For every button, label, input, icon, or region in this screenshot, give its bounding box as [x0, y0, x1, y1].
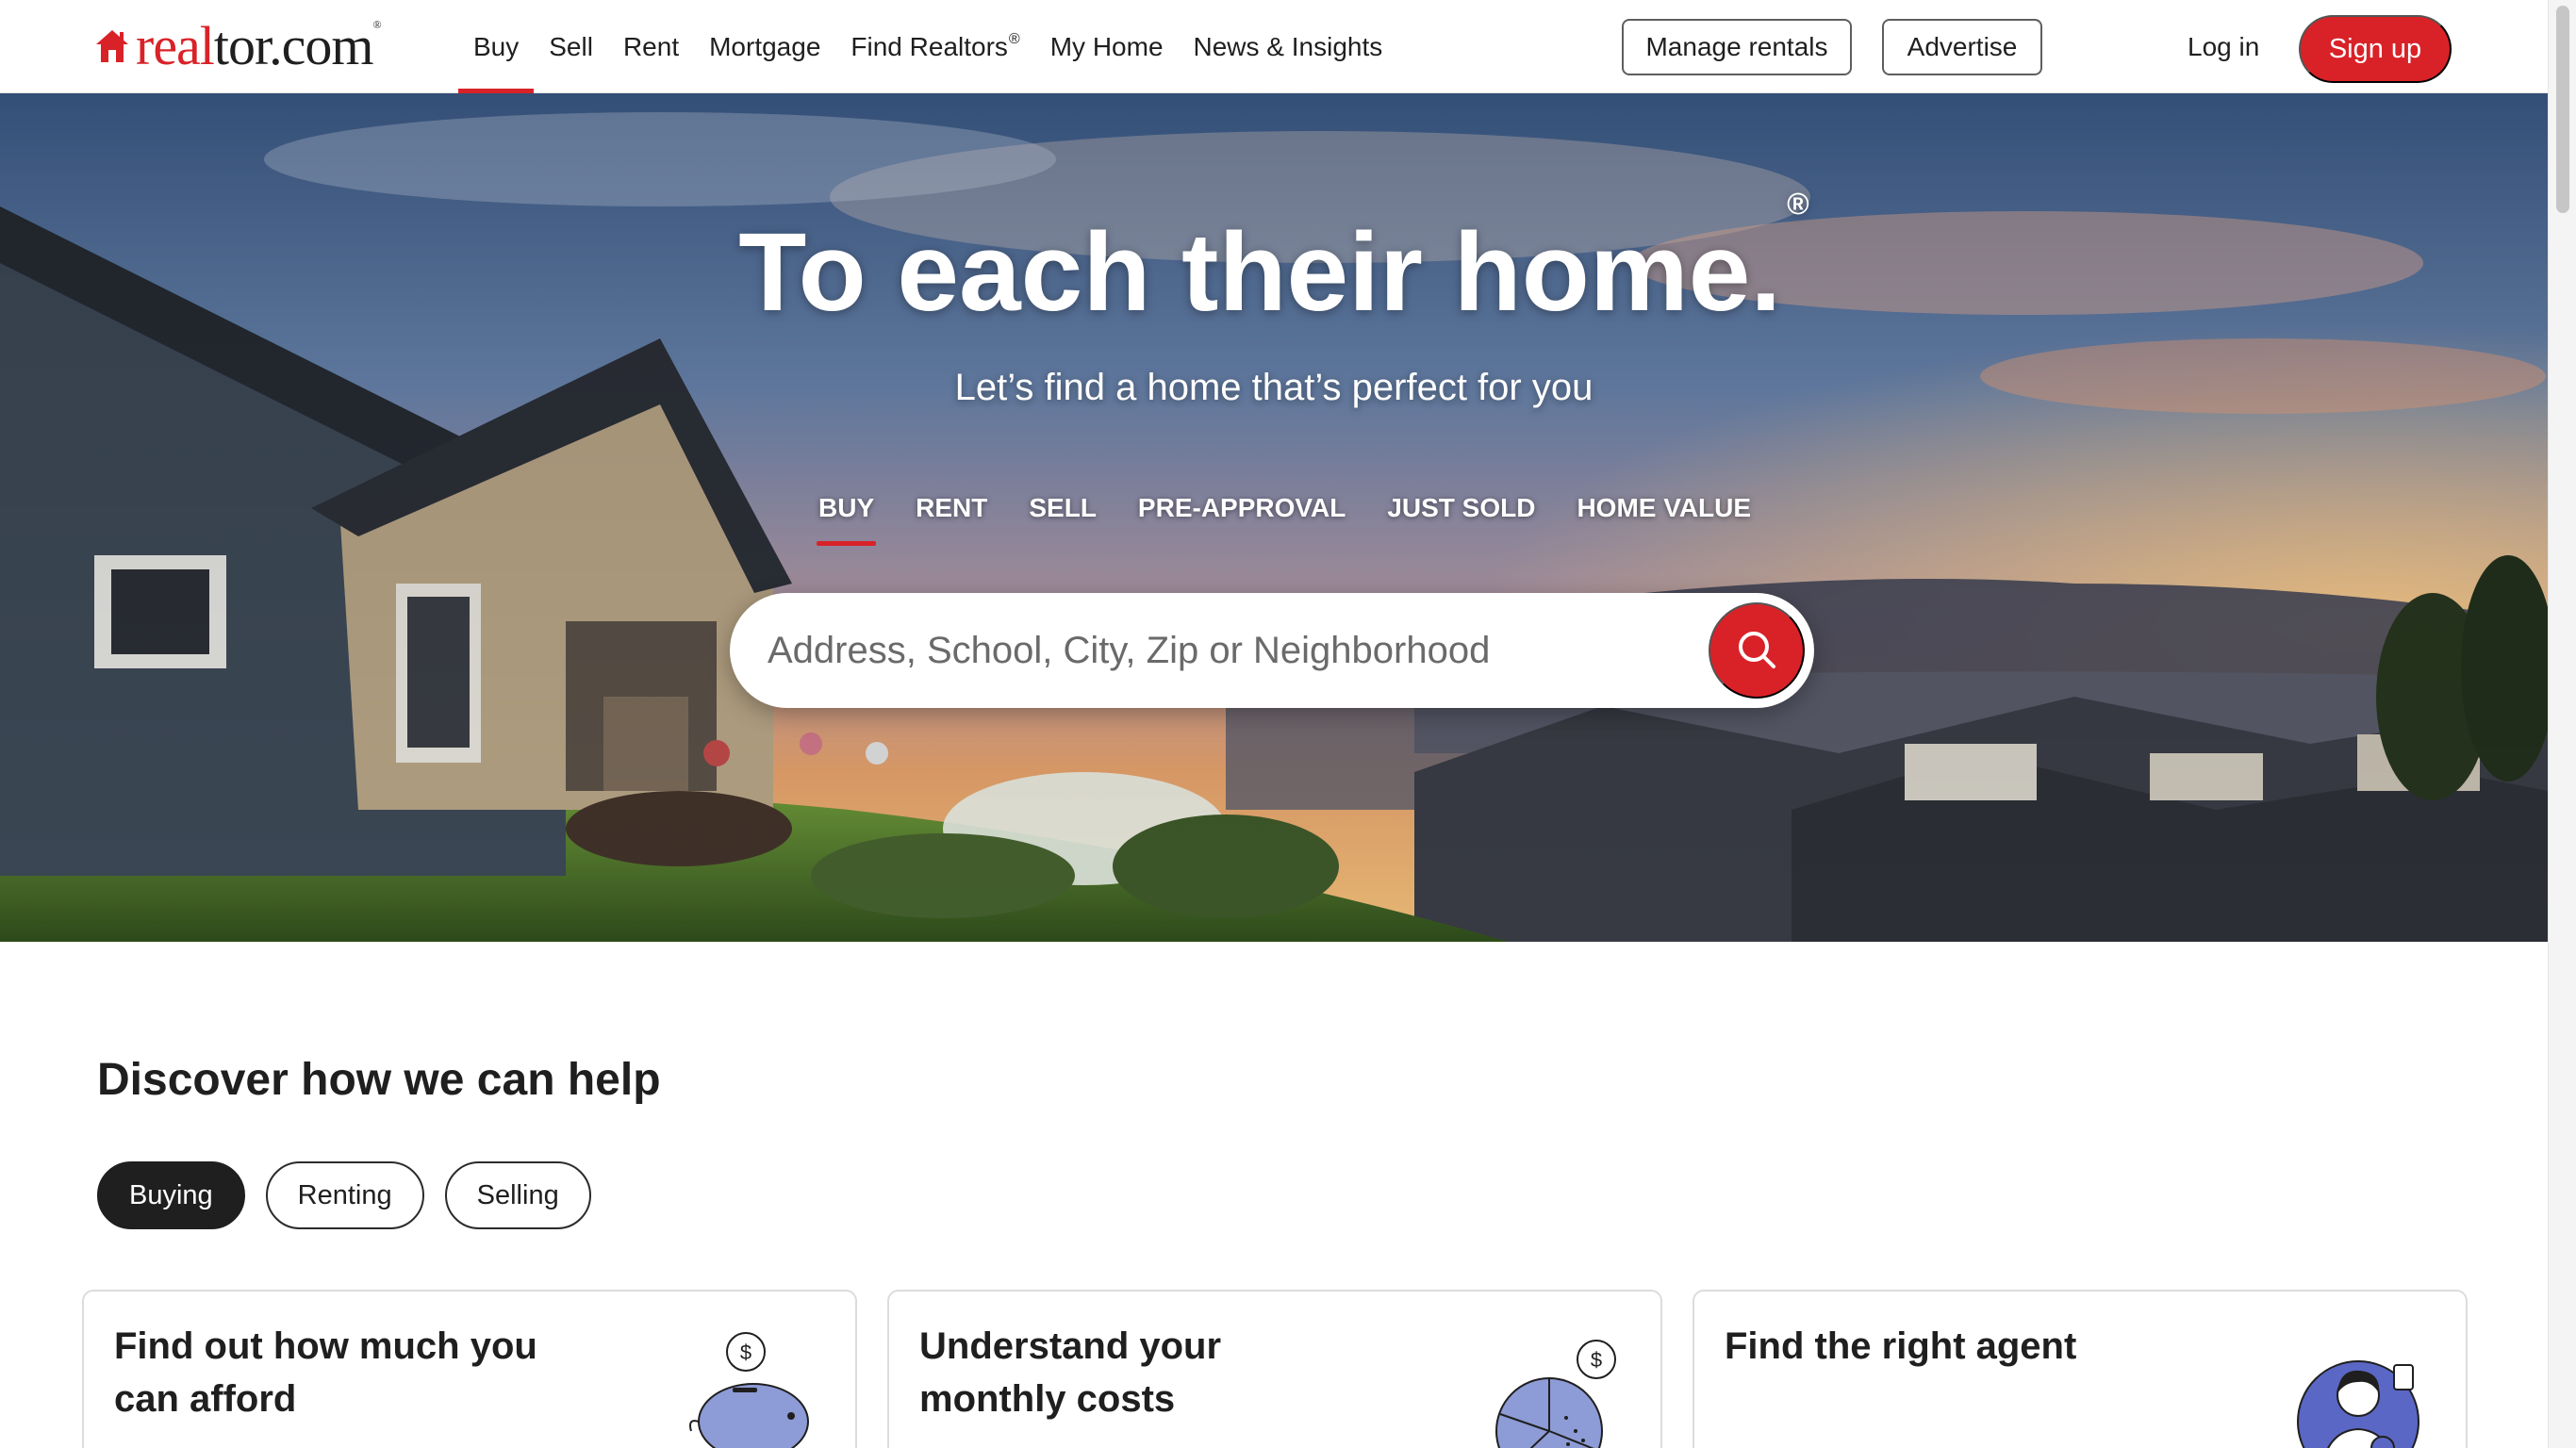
pie-chart-coin-icon: $	[1491, 1327, 1623, 1448]
logo-text-dark: tor.com	[213, 15, 374, 76]
tab-rent[interactable]: RENT	[895, 480, 1008, 536]
card-title: Find out how much you can afford	[114, 1325, 537, 1420]
house-logo-icon	[94, 27, 130, 65]
page-scrollbar[interactable]	[2548, 0, 2576, 1448]
card-monthly-costs[interactable]: Understand your monthly costs $	[887, 1290, 1662, 1448]
hero-subtitle: Let’s find a home that’s perfect for you	[954, 367, 1593, 408]
manage-rentals-button[interactable]: Manage rentals	[1622, 19, 1852, 75]
registered-mark: ®	[1008, 30, 1020, 47]
hero-title-text: To each their home.	[738, 210, 1782, 335]
search-icon	[1735, 628, 1778, 674]
nav-label: News & Insights	[1193, 31, 1383, 61]
main-nav: Buy Sell Rent Mortgage Find Realtors ® My…	[458, 0, 1398, 94]
piggy-bank-icon: $	[685, 1327, 817, 1448]
search-button[interactable]	[1709, 602, 1805, 699]
tab-buy[interactable]: BUY	[798, 480, 895, 546]
search-type-tabs: BUY RENT SELL PRE-APPROVAL JUST SOLD HOM…	[798, 480, 1772, 546]
logo-text-red: real	[136, 15, 215, 76]
login-link[interactable]: Log in	[2188, 19, 2259, 75]
card-title: Understand your monthly costs	[919, 1325, 1222, 1420]
card-afford[interactable]: Find out how much you can afford $	[82, 1290, 857, 1448]
pill-selling[interactable]: Selling	[444, 1161, 591, 1229]
nav-label: Rent	[622, 31, 680, 61]
nav-label: My Home	[1049, 31, 1164, 61]
nav-mortgage[interactable]: Mortgage	[694, 0, 835, 93]
pill-buying[interactable]: Buying	[97, 1161, 245, 1229]
realtor-logo[interactable]: realtor.com®	[94, 13, 382, 79]
search-input[interactable]	[768, 612, 1654, 689]
nav-rent[interactable]: Rent	[608, 0, 694, 93]
hero-banner: To each their home.® Let’s find a home t…	[0, 93, 2548, 942]
nav-label: Mortgage	[709, 31, 821, 61]
nav-buy[interactable]: Buy	[458, 0, 535, 94]
card-title: Find the right agent	[1725, 1325, 2077, 1367]
search-bar	[730, 593, 1814, 708]
tab-just-sold[interactable]: JUST SOLD	[1366, 480, 1556, 536]
logo-wordmark: realtor.com®	[136, 18, 382, 74]
logo-registered-mark: ®	[372, 18, 382, 31]
nav-my-home[interactable]: My Home	[1035, 0, 1179, 93]
site-header: realtor.com® Buy Sell Rent Mortgage Find…	[0, 0, 2548, 94]
nav-label: Buy	[473, 31, 520, 61]
discover-cards: Find out how much you can afford $ Under…	[82, 1290, 2468, 1448]
nav-label: Find Realtors	[850, 31, 1008, 61]
tab-home-value[interactable]: HOME VALUE	[1556, 480, 1772, 536]
registered-mark: ®	[1787, 186, 1809, 221]
signup-button[interactable]: Sign up	[2299, 15, 2452, 83]
discover-filter-pills: Buying Renting Selling	[97, 1161, 591, 1229]
card-find-agent[interactable]: Find the right agent	[1693, 1290, 2468, 1448]
advertise-button[interactable]: Advertise	[1882, 19, 2042, 75]
nav-news-insights[interactable]: News & Insights	[1179, 0, 1398, 93]
page: realtor.com® Buy Sell Rent Mortgage Find…	[0, 0, 2548, 1448]
discover-heading: Discover how we can help	[97, 1055, 661, 1105]
hero-title: To each their home.®	[0, 187, 2548, 337]
nav-sell[interactable]: Sell	[534, 0, 608, 93]
nav-label: Sell	[549, 31, 593, 61]
scrollbar-thumb[interactable]	[2556, 6, 2569, 213]
tab-pre-approval[interactable]: PRE-APPROVAL	[1117, 480, 1366, 536]
agent-avatar-icon	[2296, 1327, 2428, 1448]
pill-renting[interactable]: Renting	[265, 1161, 424, 1229]
svg-text:$: $	[740, 1341, 751, 1364]
nav-find-realtors[interactable]: Find Realtors ®	[835, 0, 1034, 93]
tab-sell[interactable]: SELL	[1008, 480, 1117, 536]
svg-text:$: $	[1591, 1348, 1602, 1372]
